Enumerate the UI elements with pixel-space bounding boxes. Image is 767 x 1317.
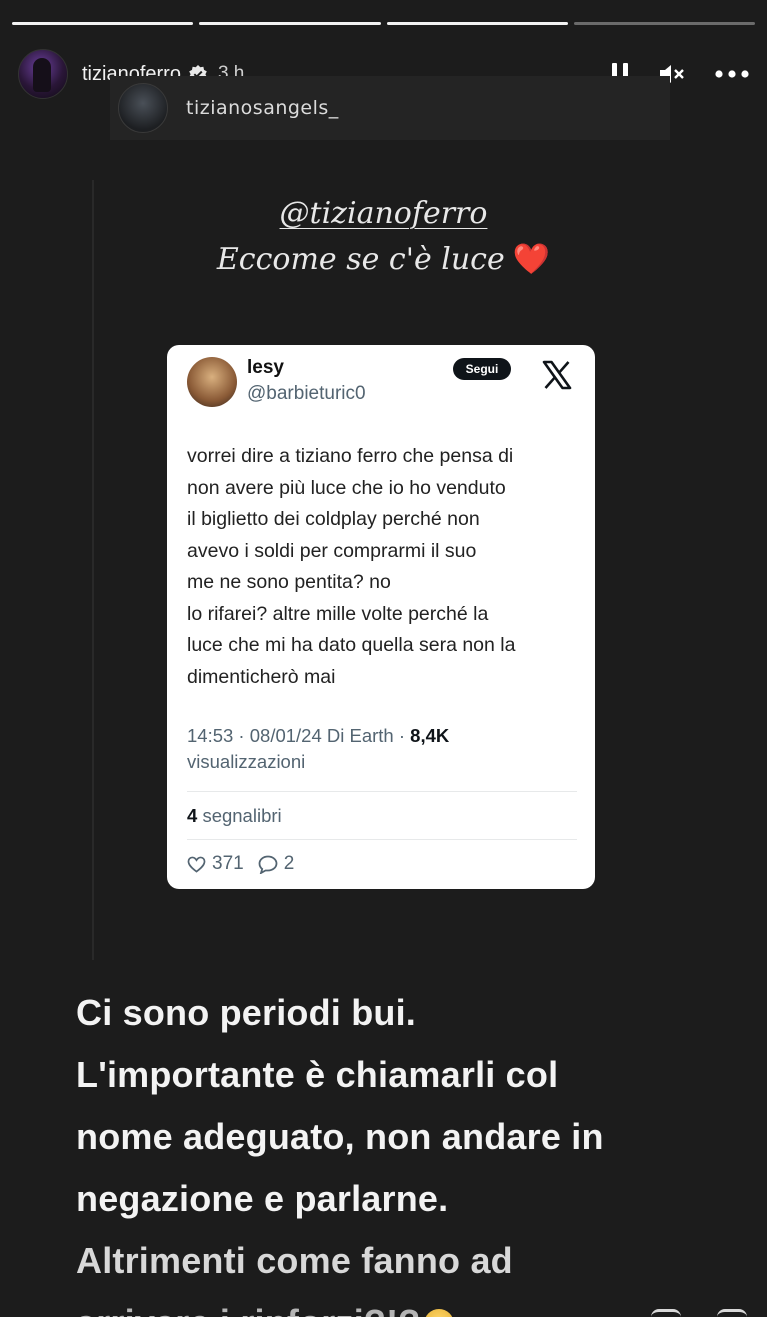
follow-button[interactable]: Segui bbox=[453, 358, 511, 380]
share-icon[interactable] bbox=[717, 1309, 747, 1317]
heart-emoji: ❤️ bbox=[512, 242, 551, 277]
tweet-engagement: 371 2 bbox=[187, 853, 308, 875]
tweet-author-name: lesy bbox=[247, 357, 284, 378]
overlay-line: nome adeguato, non andare in bbox=[76, 1116, 604, 1157]
tweet-line: me ne sono pentita? no bbox=[187, 571, 391, 593]
overlay-line: L'importante è chiamarli col bbox=[76, 1054, 559, 1095]
views-count: 8,4K bbox=[410, 725, 450, 746]
views-label: visualizzazioni bbox=[187, 751, 306, 772]
bookmarks-count: 4 bbox=[187, 805, 198, 826]
reply-bubble-icon bbox=[258, 855, 278, 874]
footer-icons bbox=[651, 1309, 747, 1317]
overlay-line: Ci sono periodi bui. bbox=[76, 992, 416, 1033]
progress-segment-1 bbox=[12, 22, 194, 25]
likes-count: 371 bbox=[212, 853, 244, 874]
tweet-line: avevo i soldi per comprarmi il suo bbox=[187, 539, 477, 562]
overlay-line-text: arrivare i rinforzi?!? bbox=[76, 1302, 420, 1317]
tweet-card[interactable]: lesy @barbieturic0 Segui vorrei dire a t… bbox=[167, 345, 595, 889]
overlay-line: negazione e parlarne. bbox=[76, 1178, 449, 1219]
tweet-line: lo rifarei? altre mille volte perché la bbox=[187, 602, 489, 625]
reshare-username[interactable]: tizianosangels_ bbox=[186, 97, 339, 119]
caption-text: Eccome se c'è luce bbox=[216, 242, 505, 277]
progress-segment-4 bbox=[573, 22, 755, 25]
tweet-line: luce che mi ha dato quella sera non la bbox=[187, 634, 516, 656]
progress-segment-3 bbox=[386, 22, 568, 25]
tweet-author-avatar bbox=[187, 357, 237, 407]
progress-segment-2 bbox=[199, 22, 381, 25]
heart-outline-icon bbox=[187, 856, 206, 873]
pleading-face-emoji bbox=[424, 1309, 455, 1317]
tweet-author-handle: @barbieturic0 bbox=[247, 383, 366, 404]
like-icon[interactable] bbox=[651, 1309, 681, 1317]
replies-count: 2 bbox=[283, 853, 295, 874]
avatar[interactable] bbox=[18, 49, 68, 99]
divider bbox=[187, 839, 577, 840]
like-stat: 371 bbox=[187, 853, 244, 875]
x-logo-icon bbox=[542, 360, 572, 390]
tweet-body: vorrei dire a tiziano ferro che pensa di… bbox=[187, 441, 587, 693]
story-caption: Eccome se c'è luce ❤️ bbox=[0, 242, 767, 277]
tweet-metadata: 14:53 · 08/01/24 Di Earth · 8,4K visuali… bbox=[187, 723, 449, 775]
more-icon[interactable] bbox=[715, 70, 749, 78]
tweet-line: il biglietto dei coldplay perché non bbox=[187, 508, 480, 530]
bookmarks-stat: 4 segnalibri bbox=[187, 805, 282, 827]
tweet-line: dimenticherò mai bbox=[187, 665, 336, 688]
bookmarks-label: segnalibri bbox=[202, 805, 282, 826]
mention-text[interactable]: @tizianoferro bbox=[280, 196, 488, 231]
story-progress-bar bbox=[12, 22, 755, 25]
reshare-avatar[interactable] bbox=[118, 83, 168, 133]
reshare-attribution[interactable]: tizianosangels_ bbox=[110, 76, 670, 140]
mention-sticker[interactable]: @tizianoferro bbox=[0, 196, 767, 231]
tweet-timestamp: 14:53 · 08/01/24 Di Earth · bbox=[187, 725, 406, 746]
overlay-line: Altrimenti come fanno ad bbox=[76, 1240, 513, 1281]
reply-stat: 2 bbox=[258, 853, 295, 875]
divider bbox=[187, 791, 577, 792]
tweet-line: non avere più luce che io ho venduto bbox=[187, 476, 506, 499]
story-text-overlay: Ci sono periodi bui. L'importante è chia… bbox=[76, 982, 756, 1317]
tweet-line: vorrei dire a tiziano ferro che pensa di bbox=[187, 445, 514, 467]
